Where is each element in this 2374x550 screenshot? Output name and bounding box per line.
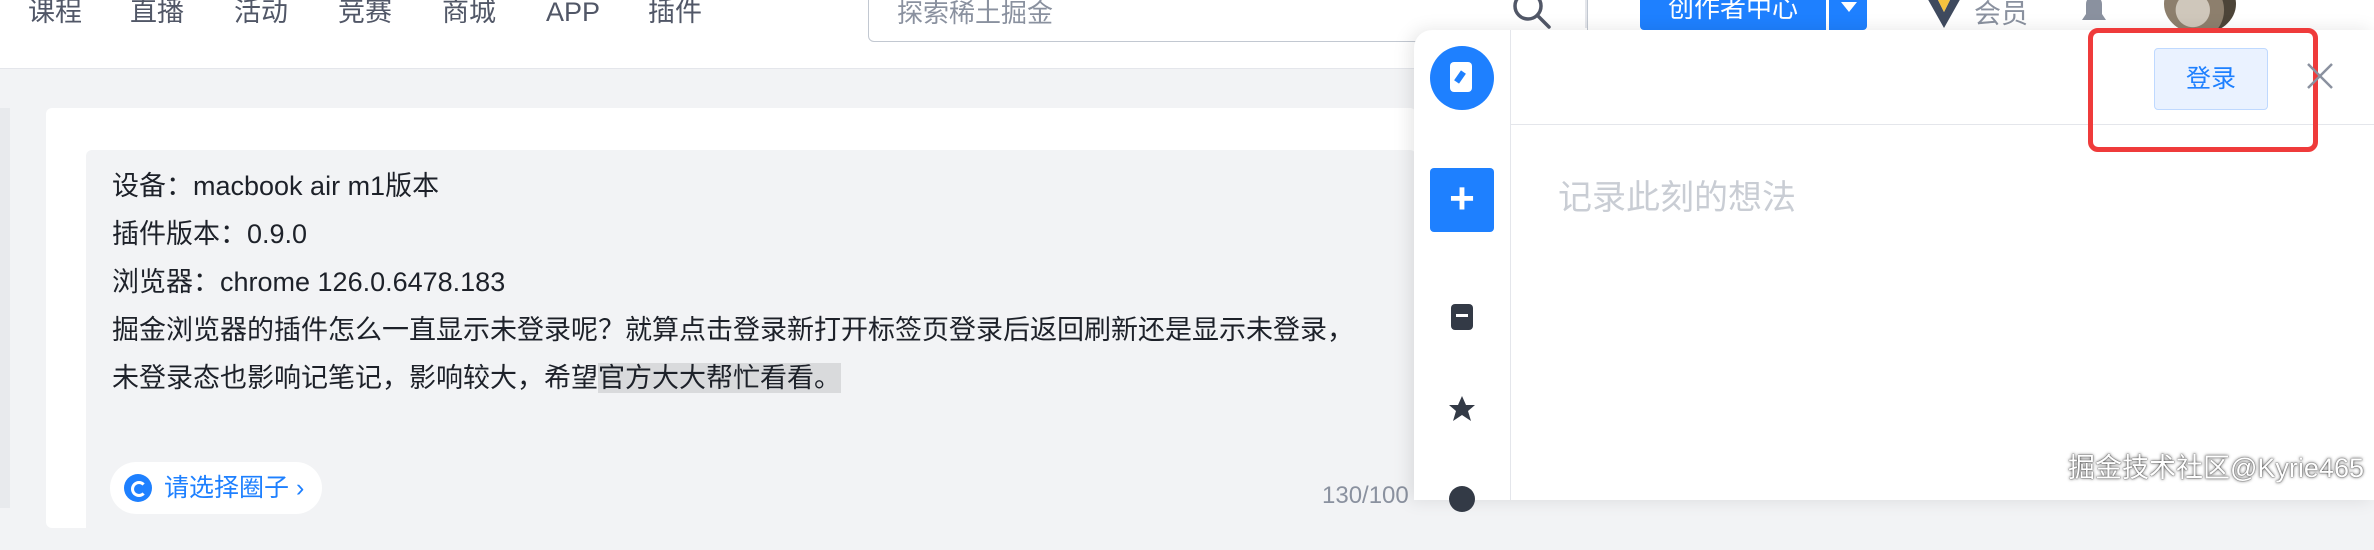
bell-icon[interactable]	[2074, 0, 2114, 30]
note-input[interactable]	[1556, 178, 2340, 219]
vip-badge-icon	[1928, 0, 1960, 28]
plus-icon[interactable]: +	[1430, 168, 1494, 232]
nav-item-mall[interactable]: 商城	[442, 0, 496, 30]
search-input[interactable]	[895, 0, 1499, 30]
post-line-plugin-version: 插件版本：0.9.0	[112, 219, 308, 249]
note-icon[interactable]	[1447, 302, 1477, 332]
post-line-impact-highlight: 官方大大帮忙看看。	[598, 363, 841, 393]
nav-item-events[interactable]: 活动	[234, 0, 288, 30]
select-circle-button[interactable]: 请选择圈子 ›	[110, 462, 323, 514]
nav-item-live[interactable]: 直播	[130, 0, 184, 30]
annotation-highlight-box	[2088, 28, 2318, 152]
nav-item-courses[interactable]: 课程	[28, 0, 82, 30]
refresh-icon	[124, 474, 152, 502]
vip-label: 会员	[1974, 0, 2028, 29]
post-line-question: 掘金浏览器的插件怎么一直显示未登录呢？就算点击登录新打开标签页登录后返回刷新还是…	[112, 315, 1354, 345]
creator-center-button[interactable]: 创作者中心	[1640, 0, 1826, 30]
notebook-logo-icon[interactable]	[1430, 46, 1494, 110]
search-icon[interactable]	[1508, 0, 1556, 34]
post-line-impact: 未登录态也影响记笔记，影响较大，希望官方大大帮忙看看。	[112, 358, 841, 398]
nav-item-app[interactable]: APP	[546, 0, 600, 30]
post-line-browser: 浏览器：chrome 126.0.6478.183	[112, 267, 506, 297]
post-line-device: 设备：macbook air m1版本	[112, 171, 440, 201]
close-icon[interactable]	[2304, 60, 2336, 92]
nav-item-plugins[interactable]: 插件	[648, 0, 702, 30]
select-circle-label: 请选择圈子 ›	[164, 474, 305, 502]
star-icon[interactable]	[1447, 394, 1477, 424]
watermark: 掘金技术社区@Kyrie465	[2068, 453, 2364, 483]
nav-divider	[1585, 0, 1587, 28]
left-sidebar-edge	[0, 108, 10, 508]
post-line-impact-text: 未登录态也影响记笔记，影响较大，希望	[112, 363, 598, 393]
vip-entry[interactable]: 会员	[1922, 0, 2028, 32]
char-counter: 130/100	[1322, 482, 1409, 509]
nav-item-contests[interactable]: 竞赛	[338, 0, 392, 30]
chevron-down-icon[interactable]	[1829, 0, 1867, 30]
clock-icon[interactable]	[1447, 484, 1477, 514]
